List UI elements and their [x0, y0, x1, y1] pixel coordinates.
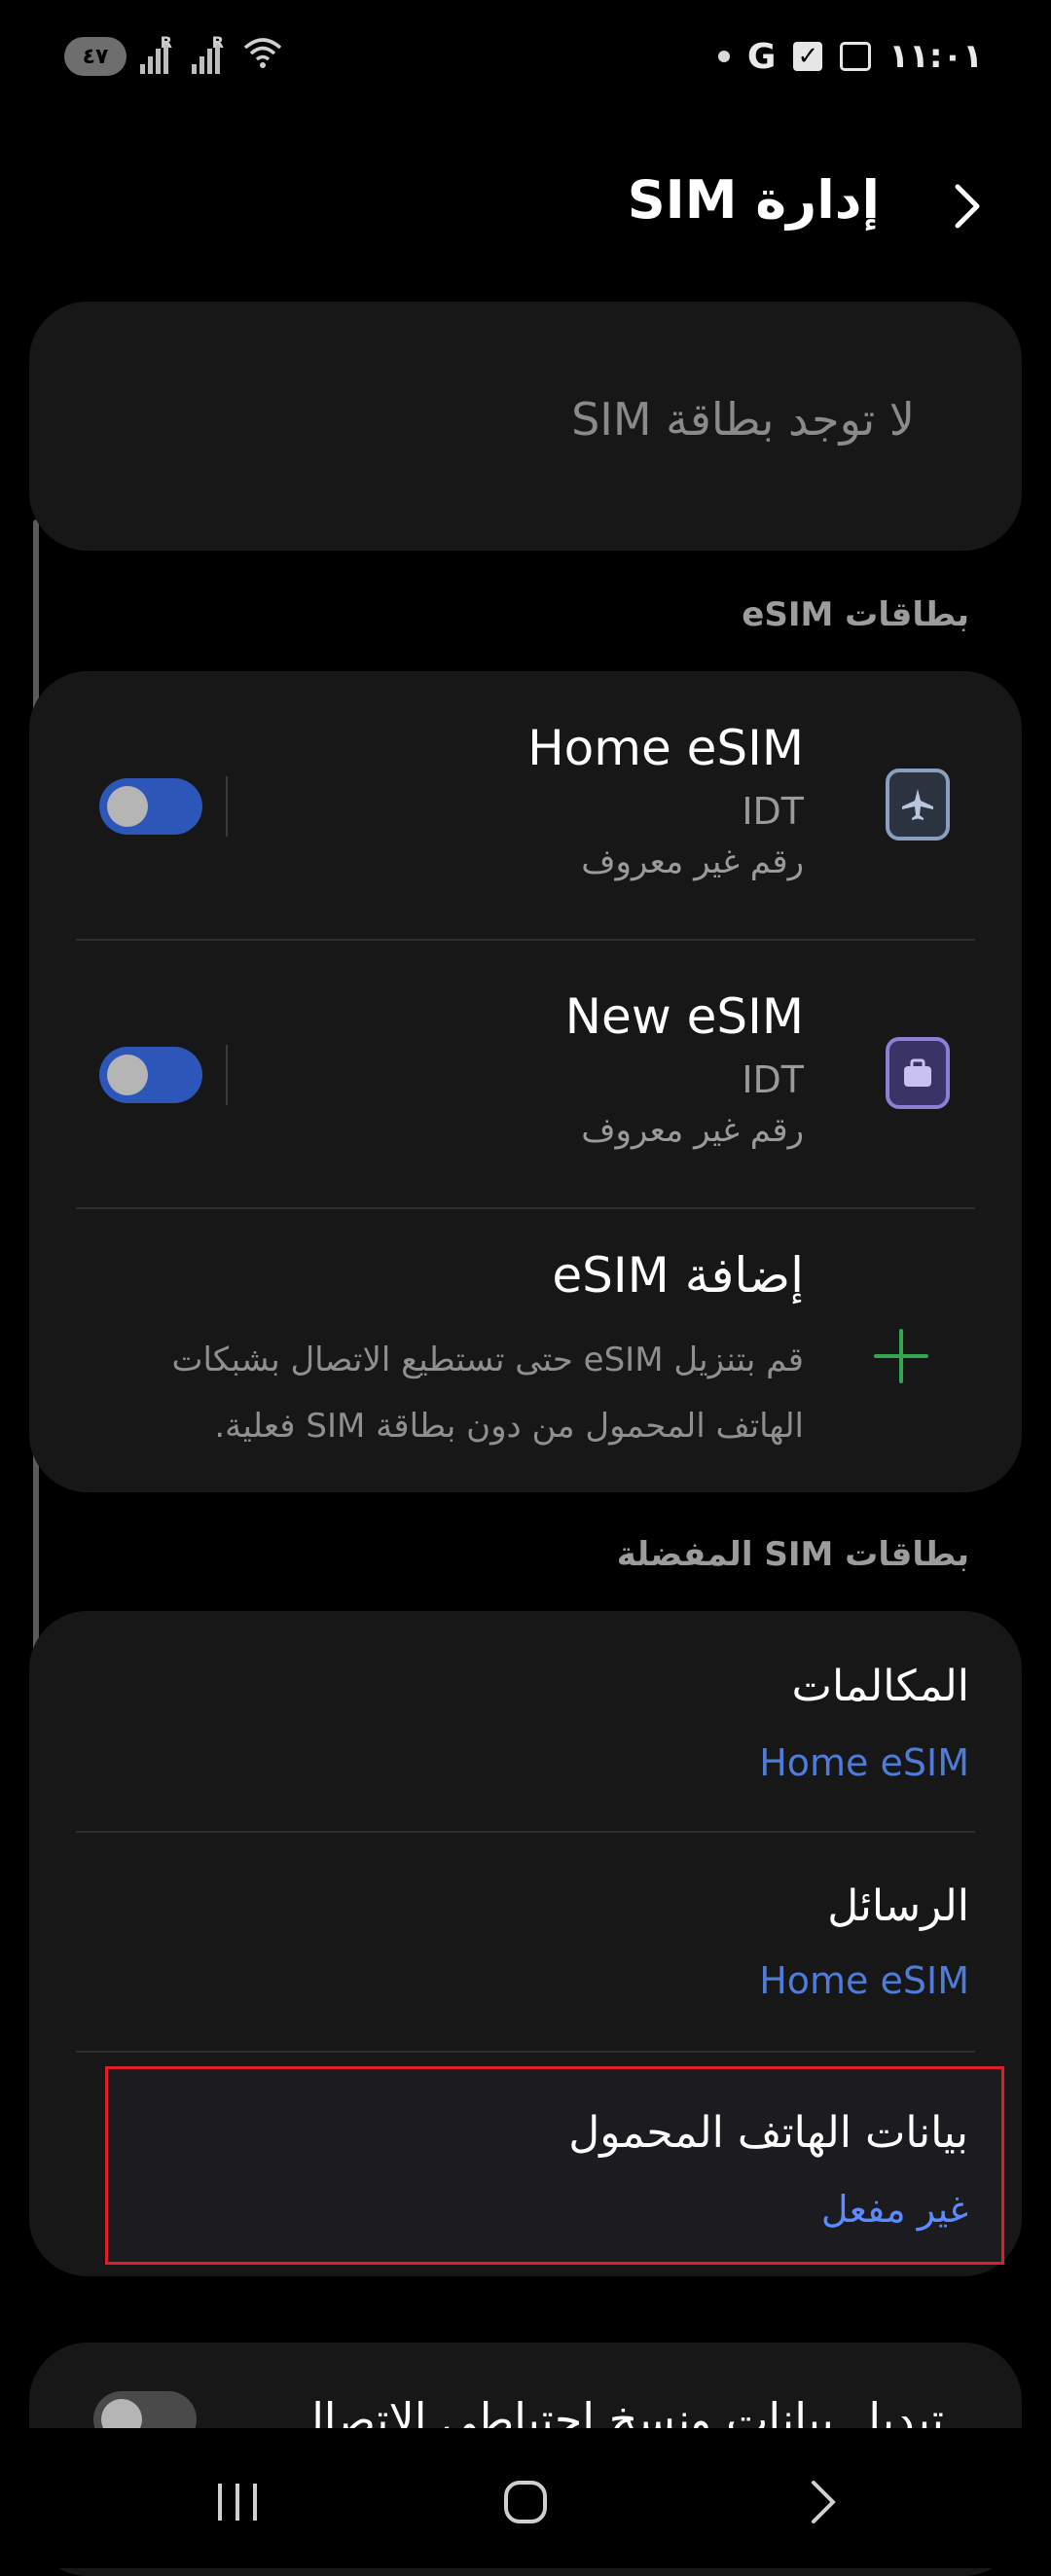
airplane-icon — [886, 769, 950, 841]
row-divider — [76, 1207, 975, 1209]
esim-name: New eSIM — [564, 988, 804, 1045]
pref-value: Home eSIM — [759, 1959, 969, 2002]
pref-label: بيانات الهاتف المحمول — [568, 2108, 968, 2158]
add-esim-description: قم بتنزيل eSIM حتى تستطيع الاتصال بشبكات… — [171, 1341, 804, 1446]
esim-carrier: IDT — [742, 790, 804, 833]
esim-card: Home eSIM IDT رقم غير معروف New eSIM IDT… — [29, 671, 1022, 1492]
pref-label: المكالمات — [791, 1662, 969, 1711]
preferred-section-header: بطاقات SIM المفضلة — [616, 1535, 969, 1574]
status-right: G ✓ ١١:٠١ — [717, 33, 983, 80]
status-bar: ٤٧ R R G ✓ ١١:٠١ — [0, 0, 1051, 117]
notification-dot-icon — [717, 51, 730, 62]
briefcase-icon — [886, 1037, 950, 1109]
page-title: إدارة SIM — [627, 169, 880, 231]
pref-messages-row[interactable]: الرسائل Home eSIM — [29, 1833, 1022, 2051]
back-nav-button[interactable] — [782, 2463, 860, 2541]
screenshot-icon — [840, 42, 872, 71]
esim-row-home[interactable]: Home eSIM IDT رقم غير معروف — [29, 671, 1022, 940]
esim-section-header: بطاقات eSIM — [742, 595, 969, 634]
home-esim-toggle[interactable] — [99, 778, 202, 835]
recents-icon — [218, 2484, 257, 2521]
google-icon: G — [746, 36, 777, 77]
esim-number: رقم غير معروف — [581, 1111, 804, 1150]
chevron-back-icon — [955, 184, 980, 229]
esim-row-new[interactable]: New eSIM IDT رقم غير معروف — [29, 940, 1022, 1208]
checkbox-notification-icon: ✓ — [793, 42, 823, 71]
esim-carrier: IDT — [742, 1058, 804, 1101]
roaming-mark-2: R — [211, 33, 224, 52]
recents-button[interactable] — [199, 2463, 276, 2541]
no-sim-card: لا توجد بطاقة SIM — [29, 302, 1022, 551]
add-esim-title: إضافة eSIM — [552, 1247, 804, 1304]
esim-name: Home eSIM — [527, 720, 804, 776]
pref-value: Home eSIM — [759, 1741, 969, 1784]
plus-icon — [870, 1325, 932, 1387]
wifi-icon — [243, 36, 282, 78]
clock: ١١:٠١ — [888, 37, 983, 76]
pref-value: غير مفعل — [820, 2188, 968, 2231]
new-esim-toggle[interactable] — [99, 1047, 202, 1103]
status-left: ٤٧ R R — [64, 33, 282, 80]
pref-label: الرسائل — [827, 1881, 969, 1931]
battery-indicator: ٤٧ — [64, 37, 127, 76]
header: إدارة SIM — [0, 156, 1051, 253]
signal-icon: R — [140, 33, 172, 74]
home-icon — [504, 2481, 547, 2523]
roaming-mark: R — [160, 33, 172, 52]
mobile-data-row[interactable]: بيانات الهاتف المحمول غير مفعل — [105, 2066, 1004, 2265]
chevron-right-icon — [812, 2481, 836, 2523]
back-button[interactable] — [936, 177, 995, 235]
signal-icon-2: R — [192, 33, 224, 74]
pref-calls-row[interactable]: المكالمات Home eSIM — [29, 1611, 1022, 1831]
esim-number: رقم غير معروف — [581, 842, 804, 881]
navigation-bar — [0, 2428, 1051, 2568]
no-sim-text: لا توجد بطاقة SIM — [571, 393, 915, 446]
vertical-divider — [226, 776, 228, 837]
home-button[interactable] — [487, 2463, 564, 2541]
row-divider — [76, 2051, 975, 2053]
vertical-divider — [226, 1045, 228, 1105]
